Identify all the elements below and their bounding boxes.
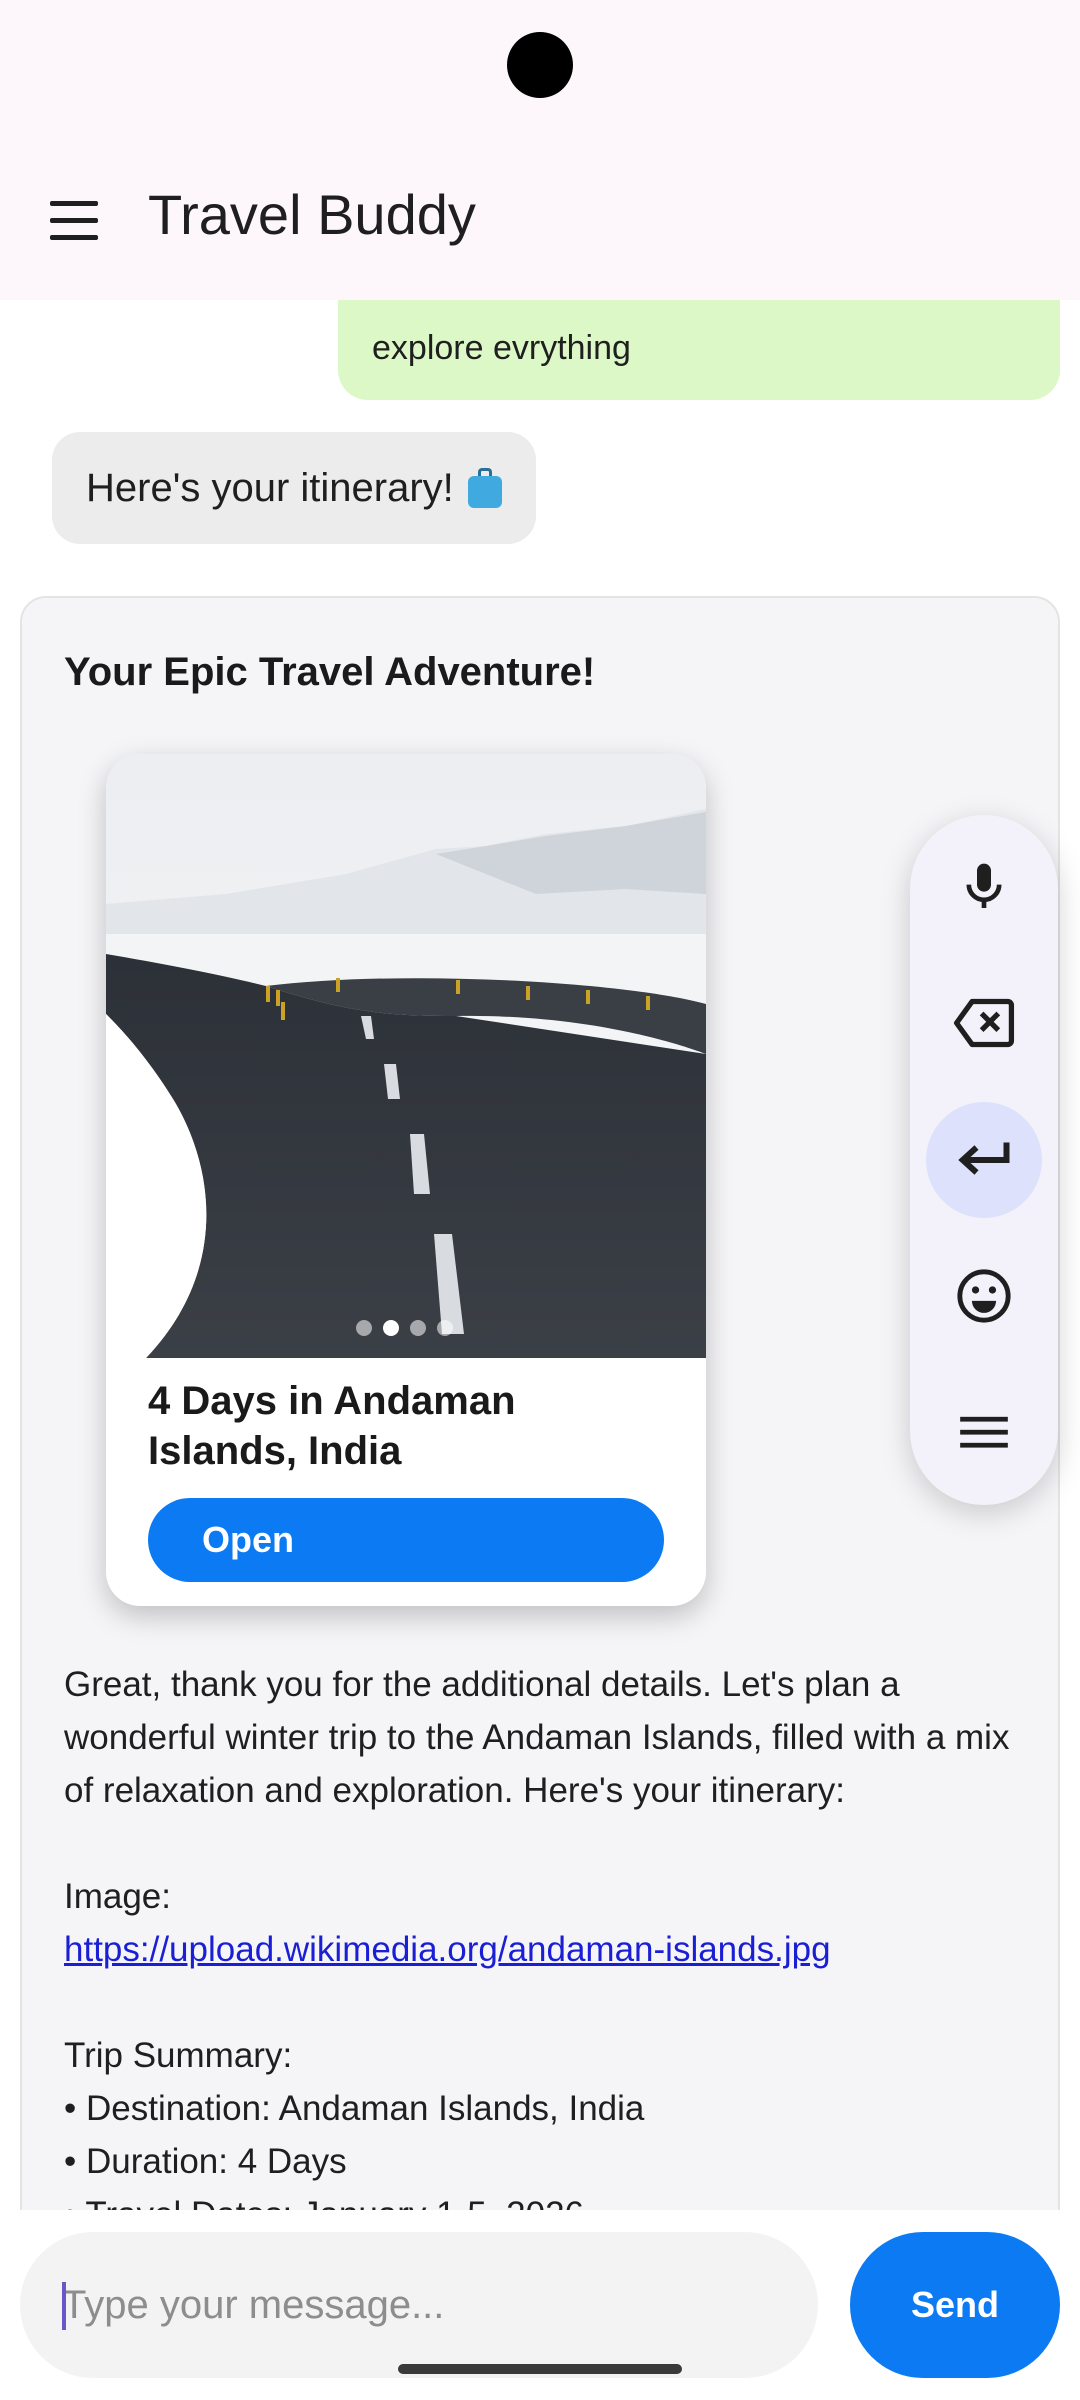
- carousel-dot[interactable]: [437, 1320, 453, 1336]
- itinerary-card: Your Epic Travel Adventure! 4 Days in An…: [20, 596, 1060, 2210]
- menu-icon: [960, 1416, 1008, 1448]
- trip-title: 4 Days in Andaman Islands, India: [148, 1379, 516, 1473]
- user-message-bubble: explore evrything: [338, 300, 1060, 400]
- image-carousel-dots[interactable]: [356, 1320, 453, 1336]
- backspace-button[interactable]: [926, 965, 1042, 1081]
- emoji-icon: [957, 1269, 1011, 1323]
- home-indicator[interactable]: [398, 2364, 682, 2374]
- enter-icon: [958, 1142, 1010, 1175]
- carousel-dot[interactable]: [356, 1320, 372, 1336]
- chat-area[interactable]: explore evrything Here's your itinerary!…: [0, 300, 1080, 2210]
- user-message-text: explore evrything: [372, 329, 631, 367]
- front-camera: [507, 32, 573, 98]
- suitcase-icon: [467, 468, 502, 508]
- itinerary-heading: Your Epic Travel Adventure!: [64, 650, 596, 694]
- summary-item: • Duration: 4 Days: [64, 2142, 347, 2181]
- summary-item: • Travel Dates: January 1-5, 2026: [64, 2195, 584, 2210]
- status-bar: [0, 0, 1080, 130]
- text-cursor: [62, 2282, 66, 2330]
- itinerary-body: Great, thank you for the additional deta…: [64, 1658, 1024, 2210]
- send-button[interactable]: Send: [850, 2232, 1060, 2378]
- summary-heading: Trip Summary:: [64, 2036, 293, 2075]
- open-button[interactable]: Open: [148, 1498, 664, 1582]
- app-bar: Travel Buddy: [0, 130, 1080, 300]
- carousel-dot[interactable]: [410, 1320, 426, 1336]
- backspace-icon: [953, 998, 1015, 1048]
- image-label: Image:: [64, 1877, 171, 1916]
- enter-button[interactable]: [926, 1102, 1042, 1218]
- trip-preview-card[interactable]: 4 Days in Andaman Islands, India Open: [106, 754, 706, 1606]
- hamburger-menu-button[interactable]: [38, 185, 110, 257]
- emoji-button[interactable]: [926, 1238, 1042, 1354]
- microphone-button[interactable]: [926, 829, 1042, 945]
- image-link[interactable]: https://upload.wikimedia.org/andaman-isl…: [64, 1930, 831, 1969]
- itinerary-intro: Great, thank you for the additional deta…: [64, 1665, 1020, 1810]
- message-input[interactable]: [20, 2232, 818, 2378]
- bot-message-text: Here's your itinerary!: [86, 465, 454, 510]
- trip-image[interactable]: [106, 754, 706, 1358]
- microphone-icon: [966, 863, 1002, 908]
- keyboard-side-toolbar: [910, 815, 1058, 1505]
- summary-item: • Destination: Andaman Islands, India: [64, 2089, 645, 2128]
- carousel-dot-active[interactable]: [383, 1320, 399, 1336]
- bot-message-bubble: Here's your itinerary!: [52, 432, 536, 544]
- app-title: Travel Buddy: [148, 183, 476, 246]
- keyboard-menu-button[interactable]: [926, 1374, 1042, 1490]
